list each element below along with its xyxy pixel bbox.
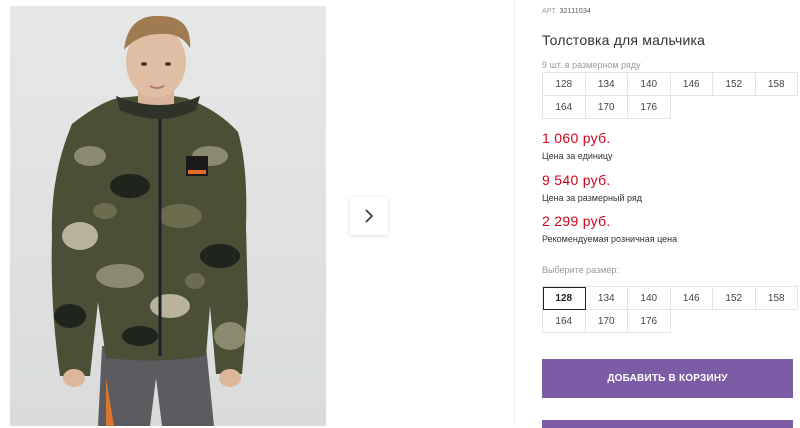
- size-run-price: 9 540 руб.: [542, 172, 611, 188]
- unit-price: 1 060 руб.: [542, 130, 611, 146]
- next-image-button[interactable]: [350, 197, 388, 235]
- size-option-128[interactable]: 128: [543, 287, 586, 310]
- size-option-140[interactable]: 140: [628, 287, 671, 310]
- add-to-cart-button[interactable]: ДОБАВИТЬ В КОРЗИНУ: [542, 359, 793, 398]
- product-title: Толстовка для мальчика: [542, 32, 706, 48]
- size-run-cell: 128: [543, 73, 586, 96]
- unit-price-label: Цена за единицу: [542, 151, 613, 161]
- size-run-cell: 152: [713, 73, 756, 96]
- size-option-146[interactable]: 146: [670, 287, 713, 310]
- size-option-134[interactable]: 134: [585, 287, 628, 310]
- size-run-cell: 164: [543, 96, 586, 119]
- size-option-158[interactable]: 158: [755, 287, 798, 310]
- retail-price: 2 299 руб.: [542, 213, 611, 229]
- size-run-grid: 128 134 140 146 152 158 164 170 176: [542, 72, 798, 119]
- size-option-170[interactable]: 170: [585, 310, 628, 333]
- size-run-cell: 176: [628, 96, 671, 119]
- size-option-164[interactable]: 164: [543, 310, 586, 333]
- product-photo-image: [10, 6, 326, 426]
- product-gallery: [0, 0, 515, 426]
- size-run-cell: 170: [585, 96, 628, 119]
- size-run-cell: 134: [585, 73, 628, 96]
- size-option-176[interactable]: 176: [628, 310, 671, 333]
- retail-price-label: Рекомендуемая розничная цена: [542, 234, 678, 244]
- chevron-right-icon: [365, 209, 374, 223]
- secondary-action-button[interactable]: [542, 420, 793, 428]
- size-run-price-label: Цена за размерный ряд: [542, 193, 643, 203]
- article-label: АРТ.: [542, 8, 558, 15]
- size-option-152[interactable]: 152: [713, 287, 756, 310]
- size-select-grid: 128 134 140 146 152 158 164 170 176: [542, 286, 798, 333]
- size-select-caption: Выберите размер:: [542, 265, 619, 275]
- article-line: АРТ. 32111034: [542, 8, 591, 15]
- size-run-cell: 158: [755, 73, 798, 96]
- article-number: 32111034: [559, 8, 592, 15]
- size-run-cell: 140: [628, 73, 671, 96]
- product-photo[interactable]: [10, 6, 326, 426]
- size-run-cell: 146: [670, 73, 713, 96]
- size-run-caption: 9 шт. в размерном ряду: [542, 60, 641, 70]
